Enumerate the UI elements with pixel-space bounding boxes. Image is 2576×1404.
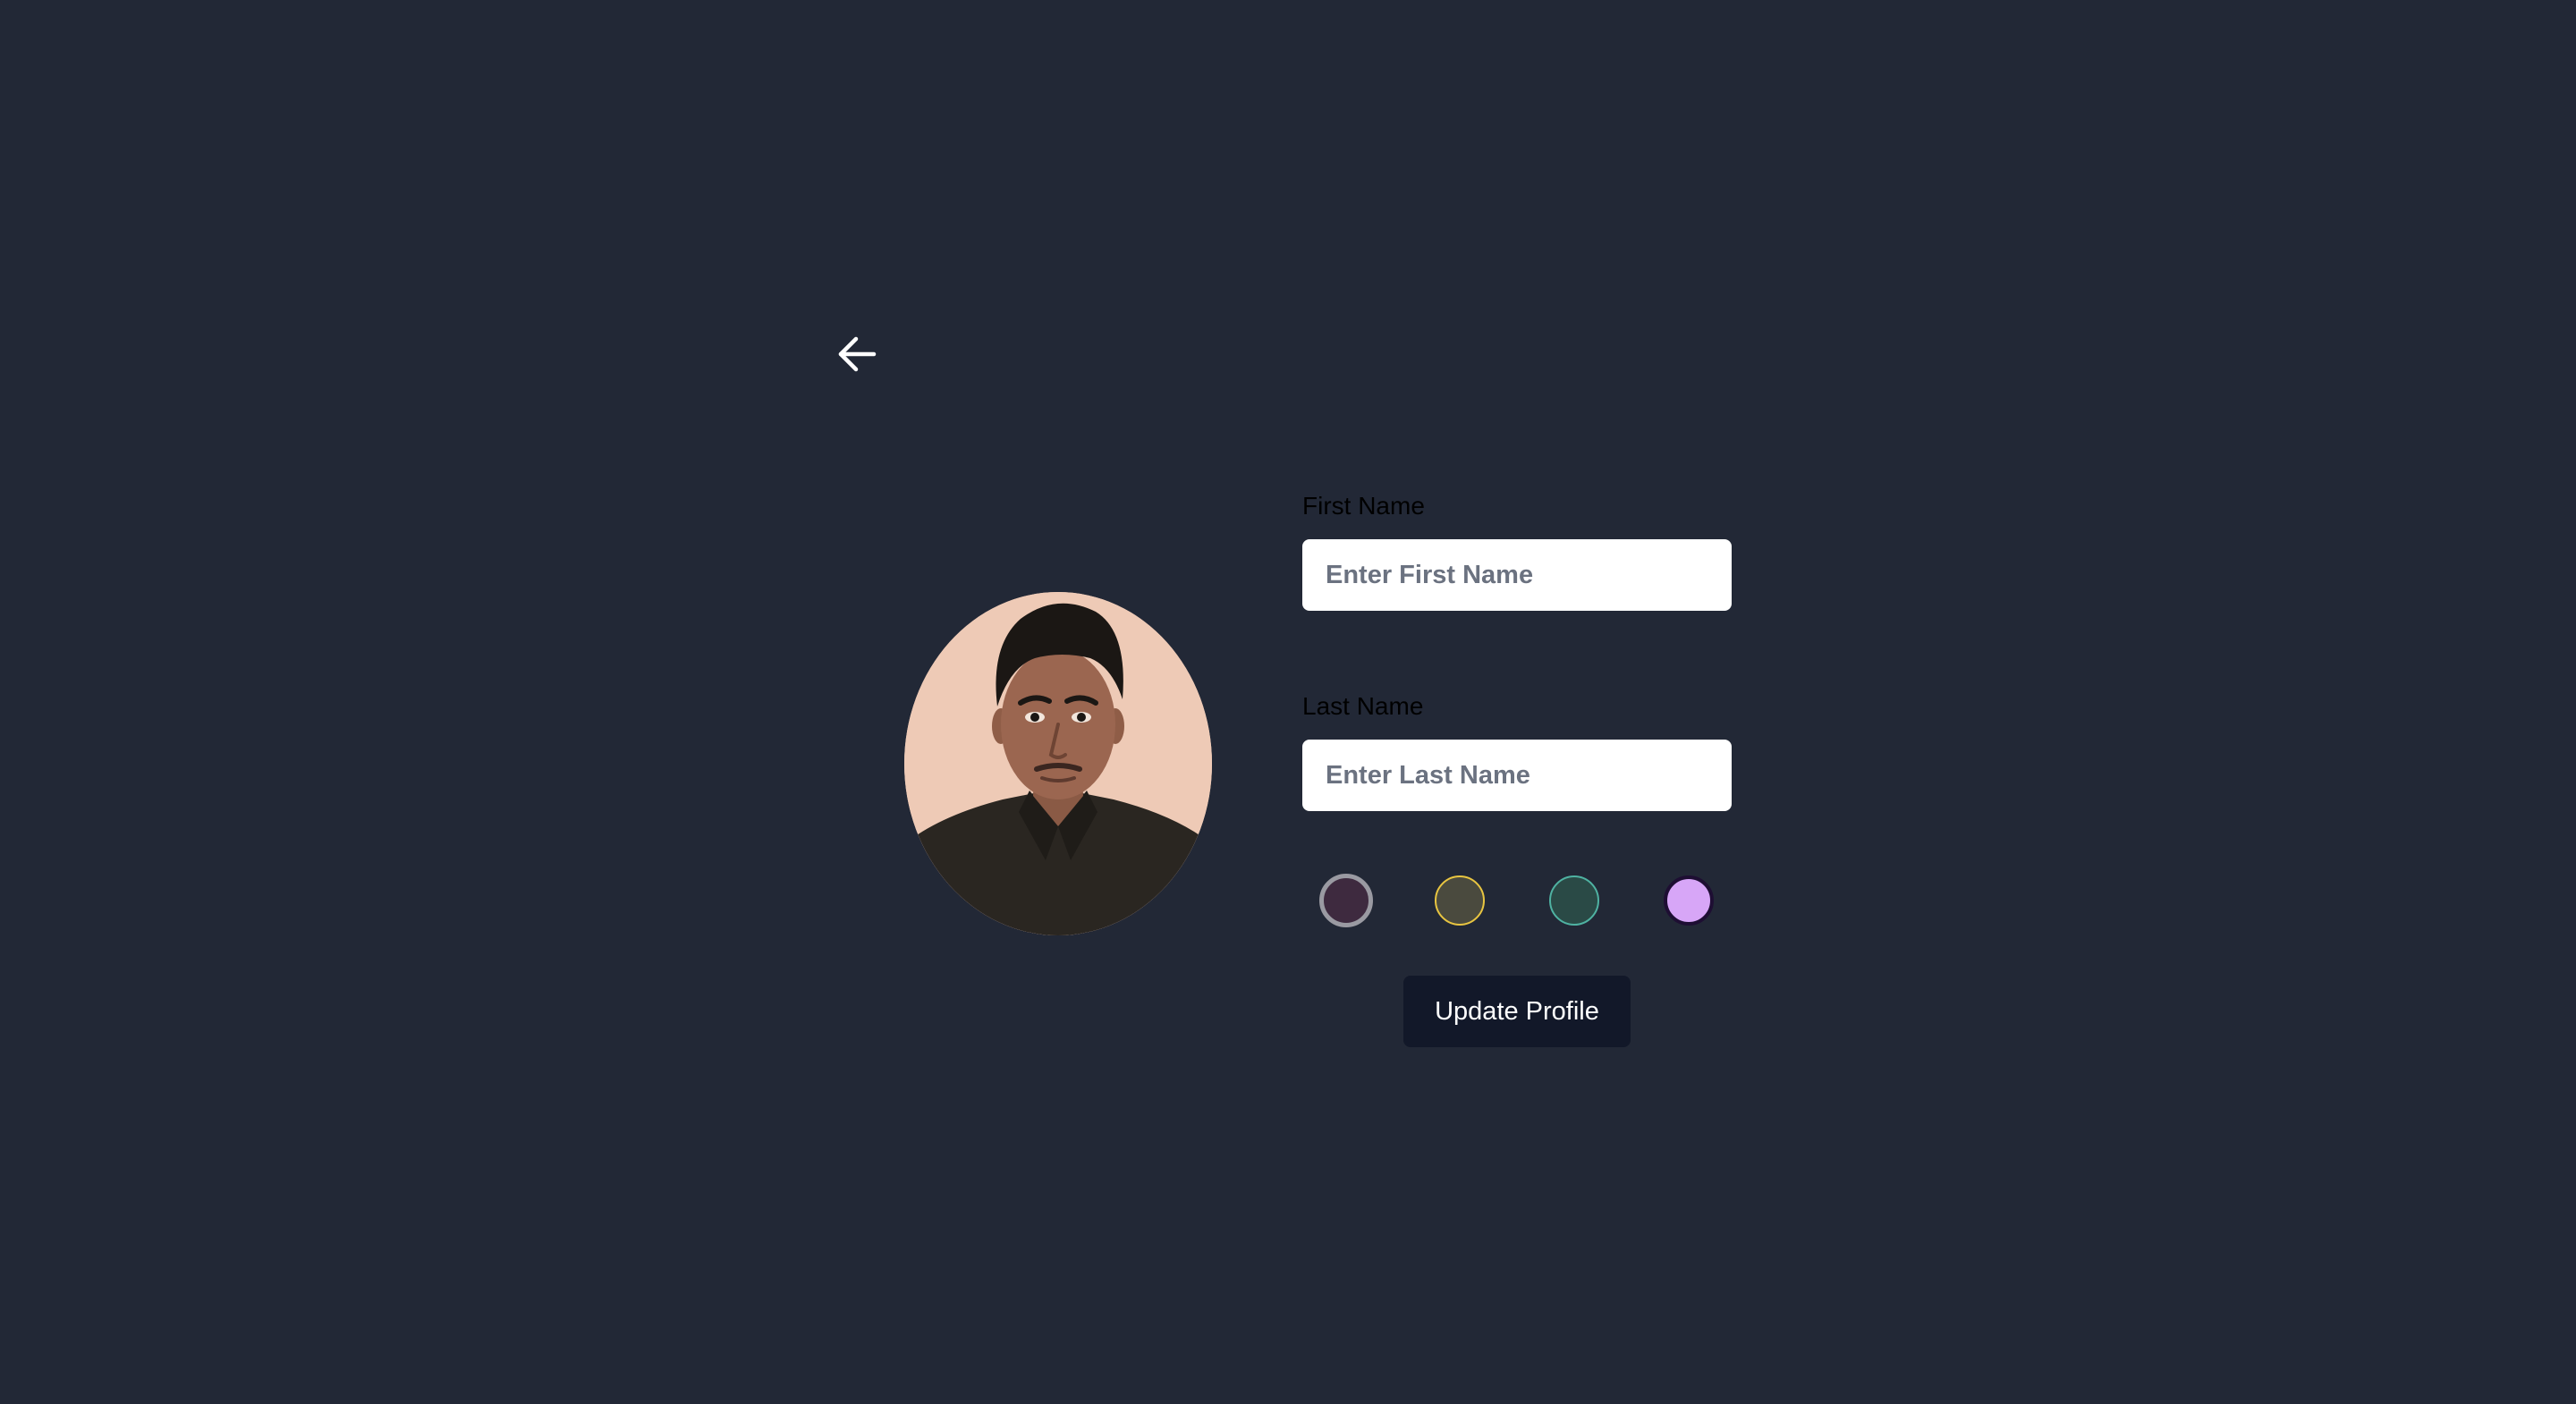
color-swatch-plum[interactable] (1319, 874, 1373, 927)
avatar-photo (904, 592, 1212, 935)
arrow-left-icon (838, 336, 877, 372)
back-button[interactable] (830, 327, 884, 381)
first-name-label: First Name (1302, 492, 1425, 520)
update-profile-button[interactable]: Update Profile (1403, 976, 1631, 1047)
avatar (904, 592, 1212, 935)
color-swatch-olive[interactable] (1435, 875, 1485, 926)
last-name-input[interactable] (1302, 740, 1732, 811)
last-name-label: Last Name (1302, 692, 1424, 720)
color-swatch-teal[interactable] (1549, 875, 1599, 926)
first-name-input[interactable] (1302, 539, 1732, 611)
color-swatch-lavender[interactable] (1664, 875, 1714, 926)
